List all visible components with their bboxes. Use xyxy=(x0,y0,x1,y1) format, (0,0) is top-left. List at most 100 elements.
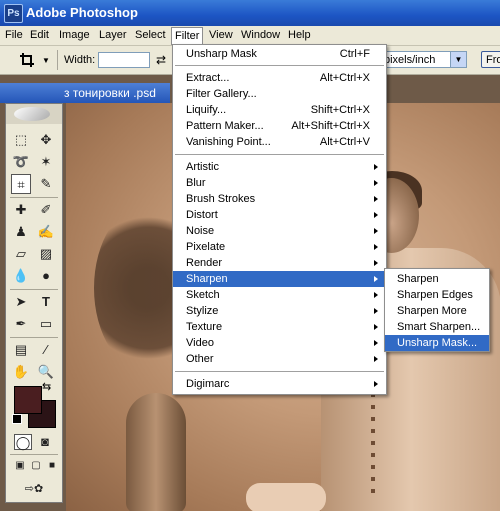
menu-item-digimarc[interactable]: Digimarc xyxy=(173,376,386,392)
submenu-item-smart-sharpen[interactable]: Smart Sharpen... xyxy=(385,319,489,335)
resolution-unit-select[interactable]: pixels/inch ▼ xyxy=(375,51,467,68)
shape-icon[interactable]: ▭ xyxy=(36,314,56,334)
submenu-item-unsharp-mask[interactable]: Unsharp Mask... xyxy=(385,335,489,351)
standard-mode-icon[interactable]: ◯ xyxy=(14,434,32,450)
default-colors-icon[interactable] xyxy=(12,414,22,424)
menu-item-sharpen[interactable]: Sharpen xyxy=(173,271,386,287)
submenu-item-sharpen-more[interactable]: Sharpen More xyxy=(385,303,489,319)
photo-vase xyxy=(126,393,186,511)
menu-item-noise[interactable]: Noise xyxy=(173,223,386,239)
notes-icon[interactable]: ▤ xyxy=(11,340,31,360)
sharpen-submenu: Sharpen Sharpen Edges Sharpen More Smart… xyxy=(384,268,490,352)
pen-icon[interactable]: ✒ xyxy=(11,314,31,334)
menu-item-label: Filter Gallery... xyxy=(186,88,257,100)
menu-item-label: Vanishing Point... xyxy=(186,136,271,148)
menu-item-shortcut: Alt+Shift+Ctrl+X xyxy=(291,120,370,132)
menu-item-label: Unsharp Mask xyxy=(186,48,257,60)
crop-tool-icon[interactable]: ⌗ xyxy=(11,174,31,194)
crop-icon[interactable] xyxy=(20,53,34,67)
menu-item-filter-gallery[interactable]: Filter Gallery... xyxy=(173,86,386,102)
menu-item-other[interactable]: Other xyxy=(173,351,386,367)
tool-preset-dropdown-icon[interactable]: ▼ xyxy=(42,56,50,65)
menu-item-liquify[interactable]: Liquify... Shift+Ctrl+X xyxy=(173,102,386,118)
menu-item-blur[interactable]: Blur xyxy=(173,175,386,191)
blur-icon[interactable]: 💧 xyxy=(11,266,31,286)
menu-item-pixelate[interactable]: Pixelate xyxy=(173,239,386,255)
submenu-arrow-icon xyxy=(374,164,378,170)
menu-select[interactable]: Select xyxy=(132,28,169,43)
title-bar: Ps Adobe Photoshop xyxy=(0,0,500,26)
menu-item-extract[interactable]: Extract... Alt+Ctrl+X xyxy=(173,70,386,86)
menu-item-brush-strokes[interactable]: Brush Strokes xyxy=(173,191,386,207)
history-brush-icon[interactable]: ✍ xyxy=(36,222,56,242)
clone-stamp-icon[interactable]: ♟ xyxy=(11,222,31,242)
swap-colors-icon[interactable]: ⇆ xyxy=(42,380,51,393)
foreground-color-swatch[interactable] xyxy=(14,386,42,414)
menu-item-stylize[interactable]: Stylize xyxy=(173,303,386,319)
chevron-down-icon[interactable]: ▼ xyxy=(450,52,466,67)
app-title: Adobe Photoshop xyxy=(26,5,138,20)
menu-item-label: Sharpen More xyxy=(397,305,467,317)
menu-separator xyxy=(175,154,384,155)
photoshop-logo-icon: Ps xyxy=(4,4,23,23)
move-icon[interactable]: ✥ xyxy=(36,130,56,150)
menu-help[interactable]: Help xyxy=(285,28,314,43)
document-title-bar: з тонировки .psd xyxy=(0,83,170,103)
toolbox-header[interactable] xyxy=(6,104,62,124)
menu-item-video[interactable]: Video xyxy=(173,335,386,351)
submenu-item-sharpen[interactable]: Sharpen xyxy=(385,271,489,287)
menu-item-last-filter[interactable]: Unsharp Mask Ctrl+F xyxy=(173,46,386,62)
menu-item-label: Sharpen xyxy=(186,273,228,285)
width-label: Width: xyxy=(64,54,96,66)
submenu-item-sharpen-edges[interactable]: Sharpen Edges xyxy=(385,287,489,303)
path-selection-icon[interactable]: ➤ xyxy=(11,292,31,312)
magic-wand-icon[interactable]: ✶ xyxy=(36,152,56,172)
menu-image[interactable]: Image xyxy=(56,28,93,43)
eyedropper-icon[interactable]: ⁄ xyxy=(36,340,56,360)
menu-item-render[interactable]: Render xyxy=(173,255,386,271)
menu-filter[interactable]: Filter xyxy=(171,27,204,45)
menu-item-pattern-maker[interactable]: Pattern Maker... Alt+Shift+Ctrl+X xyxy=(173,118,386,134)
screen-mode-full-icon[interactable]: ■ xyxy=(44,458,60,474)
type-icon[interactable]: T xyxy=(36,292,56,312)
brush-icon[interactable]: ✐ xyxy=(36,200,56,220)
menu-bar: File Edit Image Layer Select Filter View… xyxy=(0,26,500,46)
menu-item-sketch[interactable]: Sketch xyxy=(173,287,386,303)
toolbox-divider xyxy=(10,289,58,290)
zoom-icon[interactable]: 🔍 xyxy=(36,362,56,382)
options-divider xyxy=(57,50,58,70)
filter-menu: Unsharp Mask Ctrl+F Extract... Alt+Ctrl+… xyxy=(172,44,387,395)
menu-item-distort[interactable]: Distort xyxy=(173,207,386,223)
menu-window[interactable]: Window xyxy=(238,28,283,43)
menu-separator xyxy=(175,65,384,66)
screen-mode-standard-icon[interactable]: ▣ xyxy=(12,458,28,474)
marquee-icon[interactable]: ⬚ xyxy=(11,130,31,150)
toolbox-divider xyxy=(10,337,58,338)
hand-icon[interactable]: ✋ xyxy=(11,362,31,382)
eraser-icon[interactable]: ▱ xyxy=(11,244,31,264)
menu-item-shortcut: Alt+Ctrl+V xyxy=(319,136,370,148)
menu-item-label: Blur xyxy=(186,177,206,189)
menu-item-label: Liquify... xyxy=(186,104,227,116)
jump-to-imageready-icon[interactable]: ⇨✿ xyxy=(12,480,56,498)
quick-mask-icon[interactable]: ◙ xyxy=(36,434,54,450)
submenu-arrow-icon xyxy=(374,260,378,266)
menu-edit[interactable]: Edit xyxy=(27,28,52,43)
menu-view[interactable]: View xyxy=(206,28,236,43)
dodge-icon[interactable]: ● xyxy=(36,266,56,286)
menu-item-texture[interactable]: Texture xyxy=(173,319,386,335)
menu-item-artistic[interactable]: Artistic xyxy=(173,159,386,175)
menu-item-vanishing-point[interactable]: Vanishing Point... Alt+Ctrl+V xyxy=(173,134,386,150)
healing-brush-icon[interactable]: ✚ xyxy=(11,200,31,220)
swap-dimensions-icon[interactable]: ⇄ xyxy=(156,53,166,67)
screen-mode-full-menu-icon[interactable]: ▢ xyxy=(28,458,44,474)
menu-item-label: Pixelate xyxy=(186,241,226,253)
menu-item-shortcut: Shift+Ctrl+X xyxy=(310,104,370,116)
front-image-button[interactable]: Fro xyxy=(481,51,500,68)
width-input[interactable] xyxy=(98,52,150,68)
menu-layer[interactable]: Layer xyxy=(96,28,130,43)
slice-icon[interactable]: ✎ xyxy=(36,174,56,194)
lasso-icon[interactable]: ➰ xyxy=(11,152,31,172)
gradient-icon[interactable]: ▨ xyxy=(36,244,56,264)
menu-file[interactable]: File xyxy=(2,28,26,43)
